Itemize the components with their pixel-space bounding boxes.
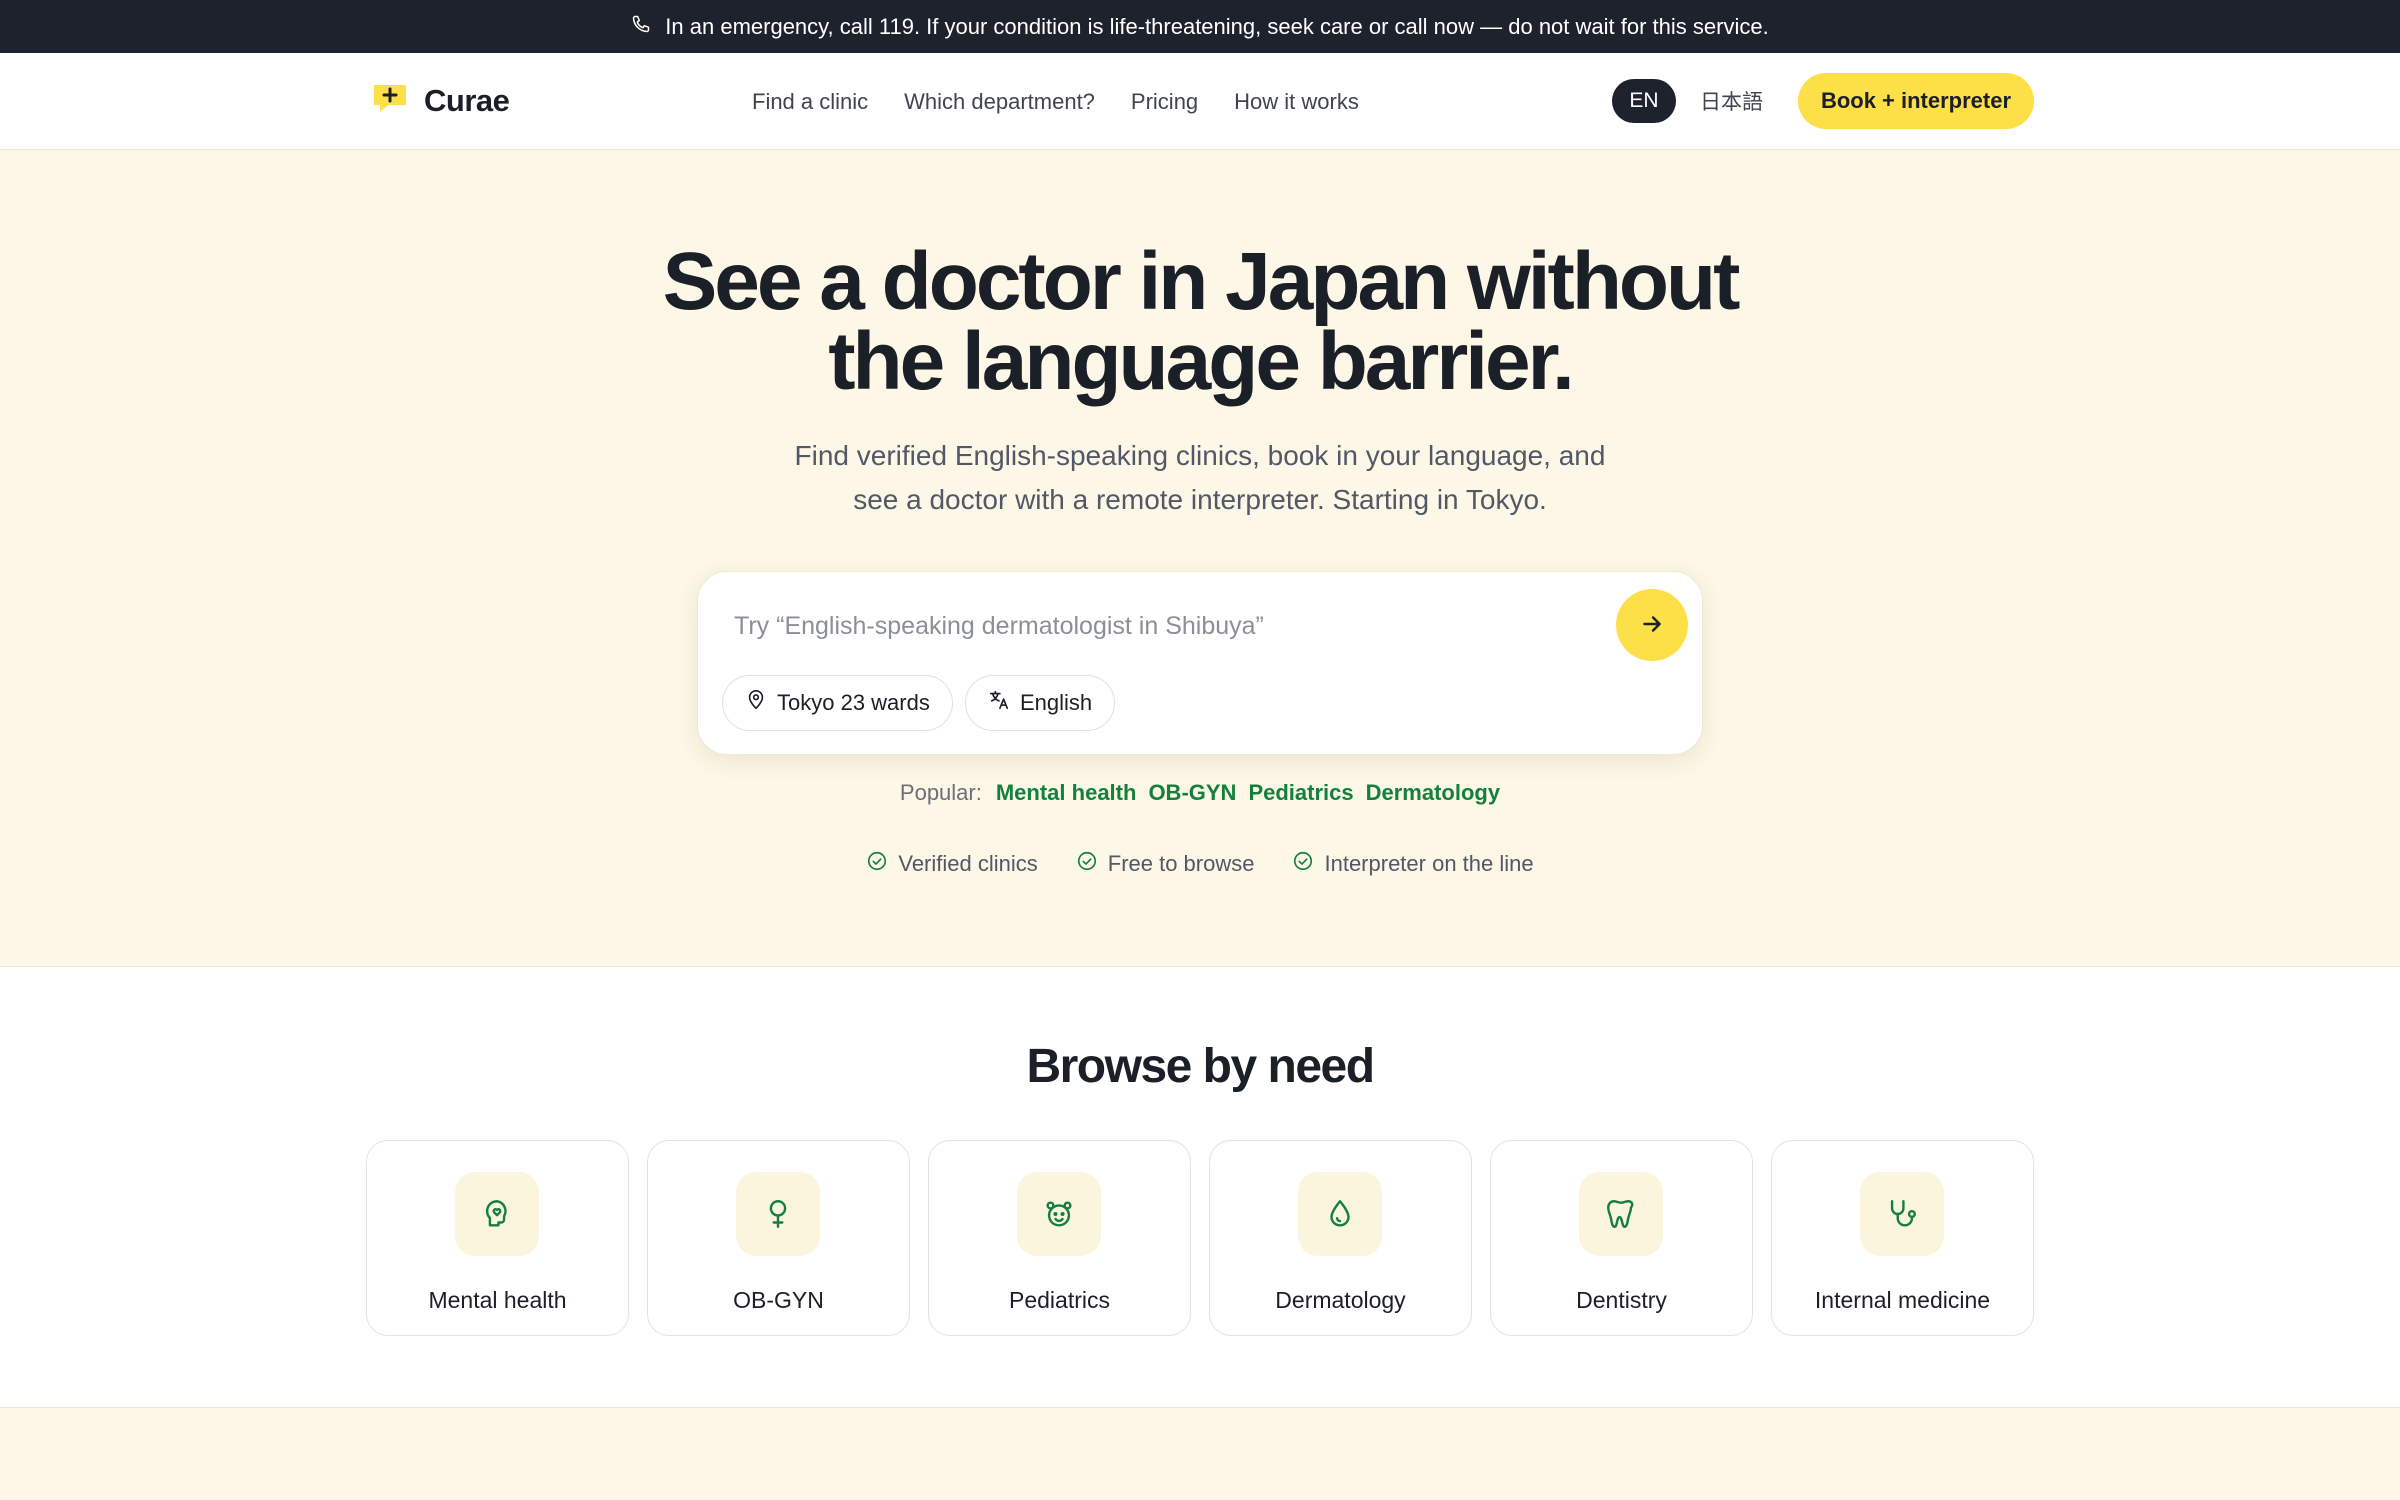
hero-subtitle-line-2: see a doctor with a remote interpreter. … bbox=[853, 484, 1547, 515]
trust-item-label: Verified clinics bbox=[898, 851, 1038, 876]
popular-searches: Popular: Mental health OB-GYN Pediatrics… bbox=[0, 780, 2400, 806]
nav-find-a-clinic[interactable]: Find a clinic bbox=[752, 89, 868, 115]
hero-title: See a doctor in Japan without the langua… bbox=[500, 241, 1900, 403]
trust-item: Verified clinics bbox=[866, 850, 1038, 878]
language-chip-label: English bbox=[1020, 690, 1093, 715]
category-card-mental-health[interactable]: Mental health bbox=[366, 1140, 629, 1336]
category-card-label: Pediatrics bbox=[1009, 1287, 1110, 1313]
category-card-label: Internal medicine bbox=[1814, 1287, 1991, 1313]
language-ja-toggle[interactable]: 日本語 bbox=[1700, 79, 1763, 123]
baby-face-icon bbox=[1017, 1172, 1101, 1256]
site-header: Curae Find a clinic Which department? Pr… bbox=[0, 53, 2400, 150]
popular-link-mental-health[interactable]: Mental health bbox=[996, 780, 1137, 806]
logo-chat-plus-icon bbox=[370, 79, 410, 124]
logo-text: Curae bbox=[424, 83, 510, 118]
check-circle-icon bbox=[1076, 850, 1098, 878]
nav-pricing[interactable]: Pricing bbox=[1131, 89, 1198, 115]
translate-icon bbox=[988, 689, 1010, 717]
location-chip-label: Tokyo 23 wards bbox=[777, 690, 930, 715]
category-card-dentistry[interactable]: Dentistry bbox=[1490, 1140, 1753, 1336]
emergency-banner-text: In an emergency, call 119. If your condi… bbox=[665, 13, 1769, 39]
browse-title: Browse by need bbox=[1026, 1040, 1375, 1093]
female-symbol-icon bbox=[736, 1172, 820, 1256]
category-card-label: Mental health bbox=[428, 1287, 567, 1313]
category-card-dermatology[interactable]: Dermatology bbox=[1209, 1140, 1472, 1336]
droplet-icon bbox=[1298, 1172, 1382, 1256]
popular-link-ob-gyn[interactable]: OB-GYN bbox=[1148, 780, 1236, 806]
search-card: Tokyo 23 wards English bbox=[697, 571, 1703, 755]
nav-which-department[interactable]: Which department? bbox=[904, 89, 1095, 115]
main-nav: Find a clinic Which department? Pricing … bbox=[752, 53, 1359, 150]
check-circle-icon bbox=[866, 850, 888, 878]
hero-title-line-1: See a doctor in Japan without bbox=[662, 236, 1741, 327]
head-heart-icon bbox=[455, 1172, 539, 1256]
trust-item: Interpreter on the line bbox=[1292, 850, 1534, 878]
language-chip[interactable]: English bbox=[965, 675, 1116, 731]
category-card-label: OB-GYN bbox=[733, 1287, 824, 1313]
popular-link-dermatology[interactable]: Dermatology bbox=[1366, 780, 1500, 806]
map-pin-icon bbox=[745, 689, 767, 717]
trust-badges: Verified clinics Free to browse Interpre… bbox=[0, 850, 2400, 878]
arrow-right-icon bbox=[1639, 611, 1665, 640]
trust-item-label: Free to browse bbox=[1107, 851, 1255, 876]
search-submit-button[interactable] bbox=[1616, 589, 1688, 661]
logo[interactable]: Curae bbox=[370, 79, 510, 124]
tooth-icon bbox=[1579, 1172, 1663, 1256]
hero-section: See a doctor in Japan without the langua… bbox=[0, 150, 2400, 967]
category-card-label: Dentistry bbox=[1576, 1287, 1667, 1313]
category-card-internal-medicine[interactable]: Internal medicine bbox=[1771, 1140, 2034, 1336]
popular-link-pediatrics[interactable]: Pediatrics bbox=[1248, 780, 1353, 806]
emergency-banner: In an emergency, call 119. If your condi… bbox=[0, 0, 2400, 53]
category-card-pediatrics[interactable]: Pediatrics bbox=[928, 1140, 1191, 1336]
location-chip[interactable]: Tokyo 23 wards bbox=[722, 675, 953, 731]
category-card-label: Dermatology bbox=[1275, 1287, 1406, 1313]
hero-title-line-2: the language barrier. bbox=[828, 316, 1575, 407]
category-card-ob-gyn[interactable]: OB-GYN bbox=[647, 1140, 910, 1336]
language-en-toggle[interactable]: EN bbox=[1612, 79, 1676, 123]
category-cards: Mental health OB-GYN Pediatrics Dermatol… bbox=[366, 1140, 2034, 1336]
search-input[interactable] bbox=[734, 602, 1594, 650]
trust-item: Free to browse bbox=[1076, 850, 1255, 878]
phone-icon bbox=[631, 14, 651, 40]
next-section-band bbox=[0, 1407, 2400, 1500]
hero-subtitle-line-1: Find verified English-speaking clinics, … bbox=[794, 440, 1606, 471]
browse-section: Browse by need Mental health OB-GYN Pedi… bbox=[0, 967, 2400, 1407]
check-circle-icon bbox=[1292, 850, 1314, 878]
book-interpreter-button[interactable]: Book + interpreter bbox=[1798, 73, 2034, 129]
trust-item-label: Interpreter on the line bbox=[1324, 851, 1534, 876]
popular-label: Popular: bbox=[899, 780, 982, 805]
nav-how-it-works[interactable]: How it works bbox=[1234, 89, 1359, 115]
stethoscope-icon bbox=[1860, 1172, 1944, 1256]
hero-subtitle: Find verified English-speaking clinics, … bbox=[750, 434, 1650, 522]
